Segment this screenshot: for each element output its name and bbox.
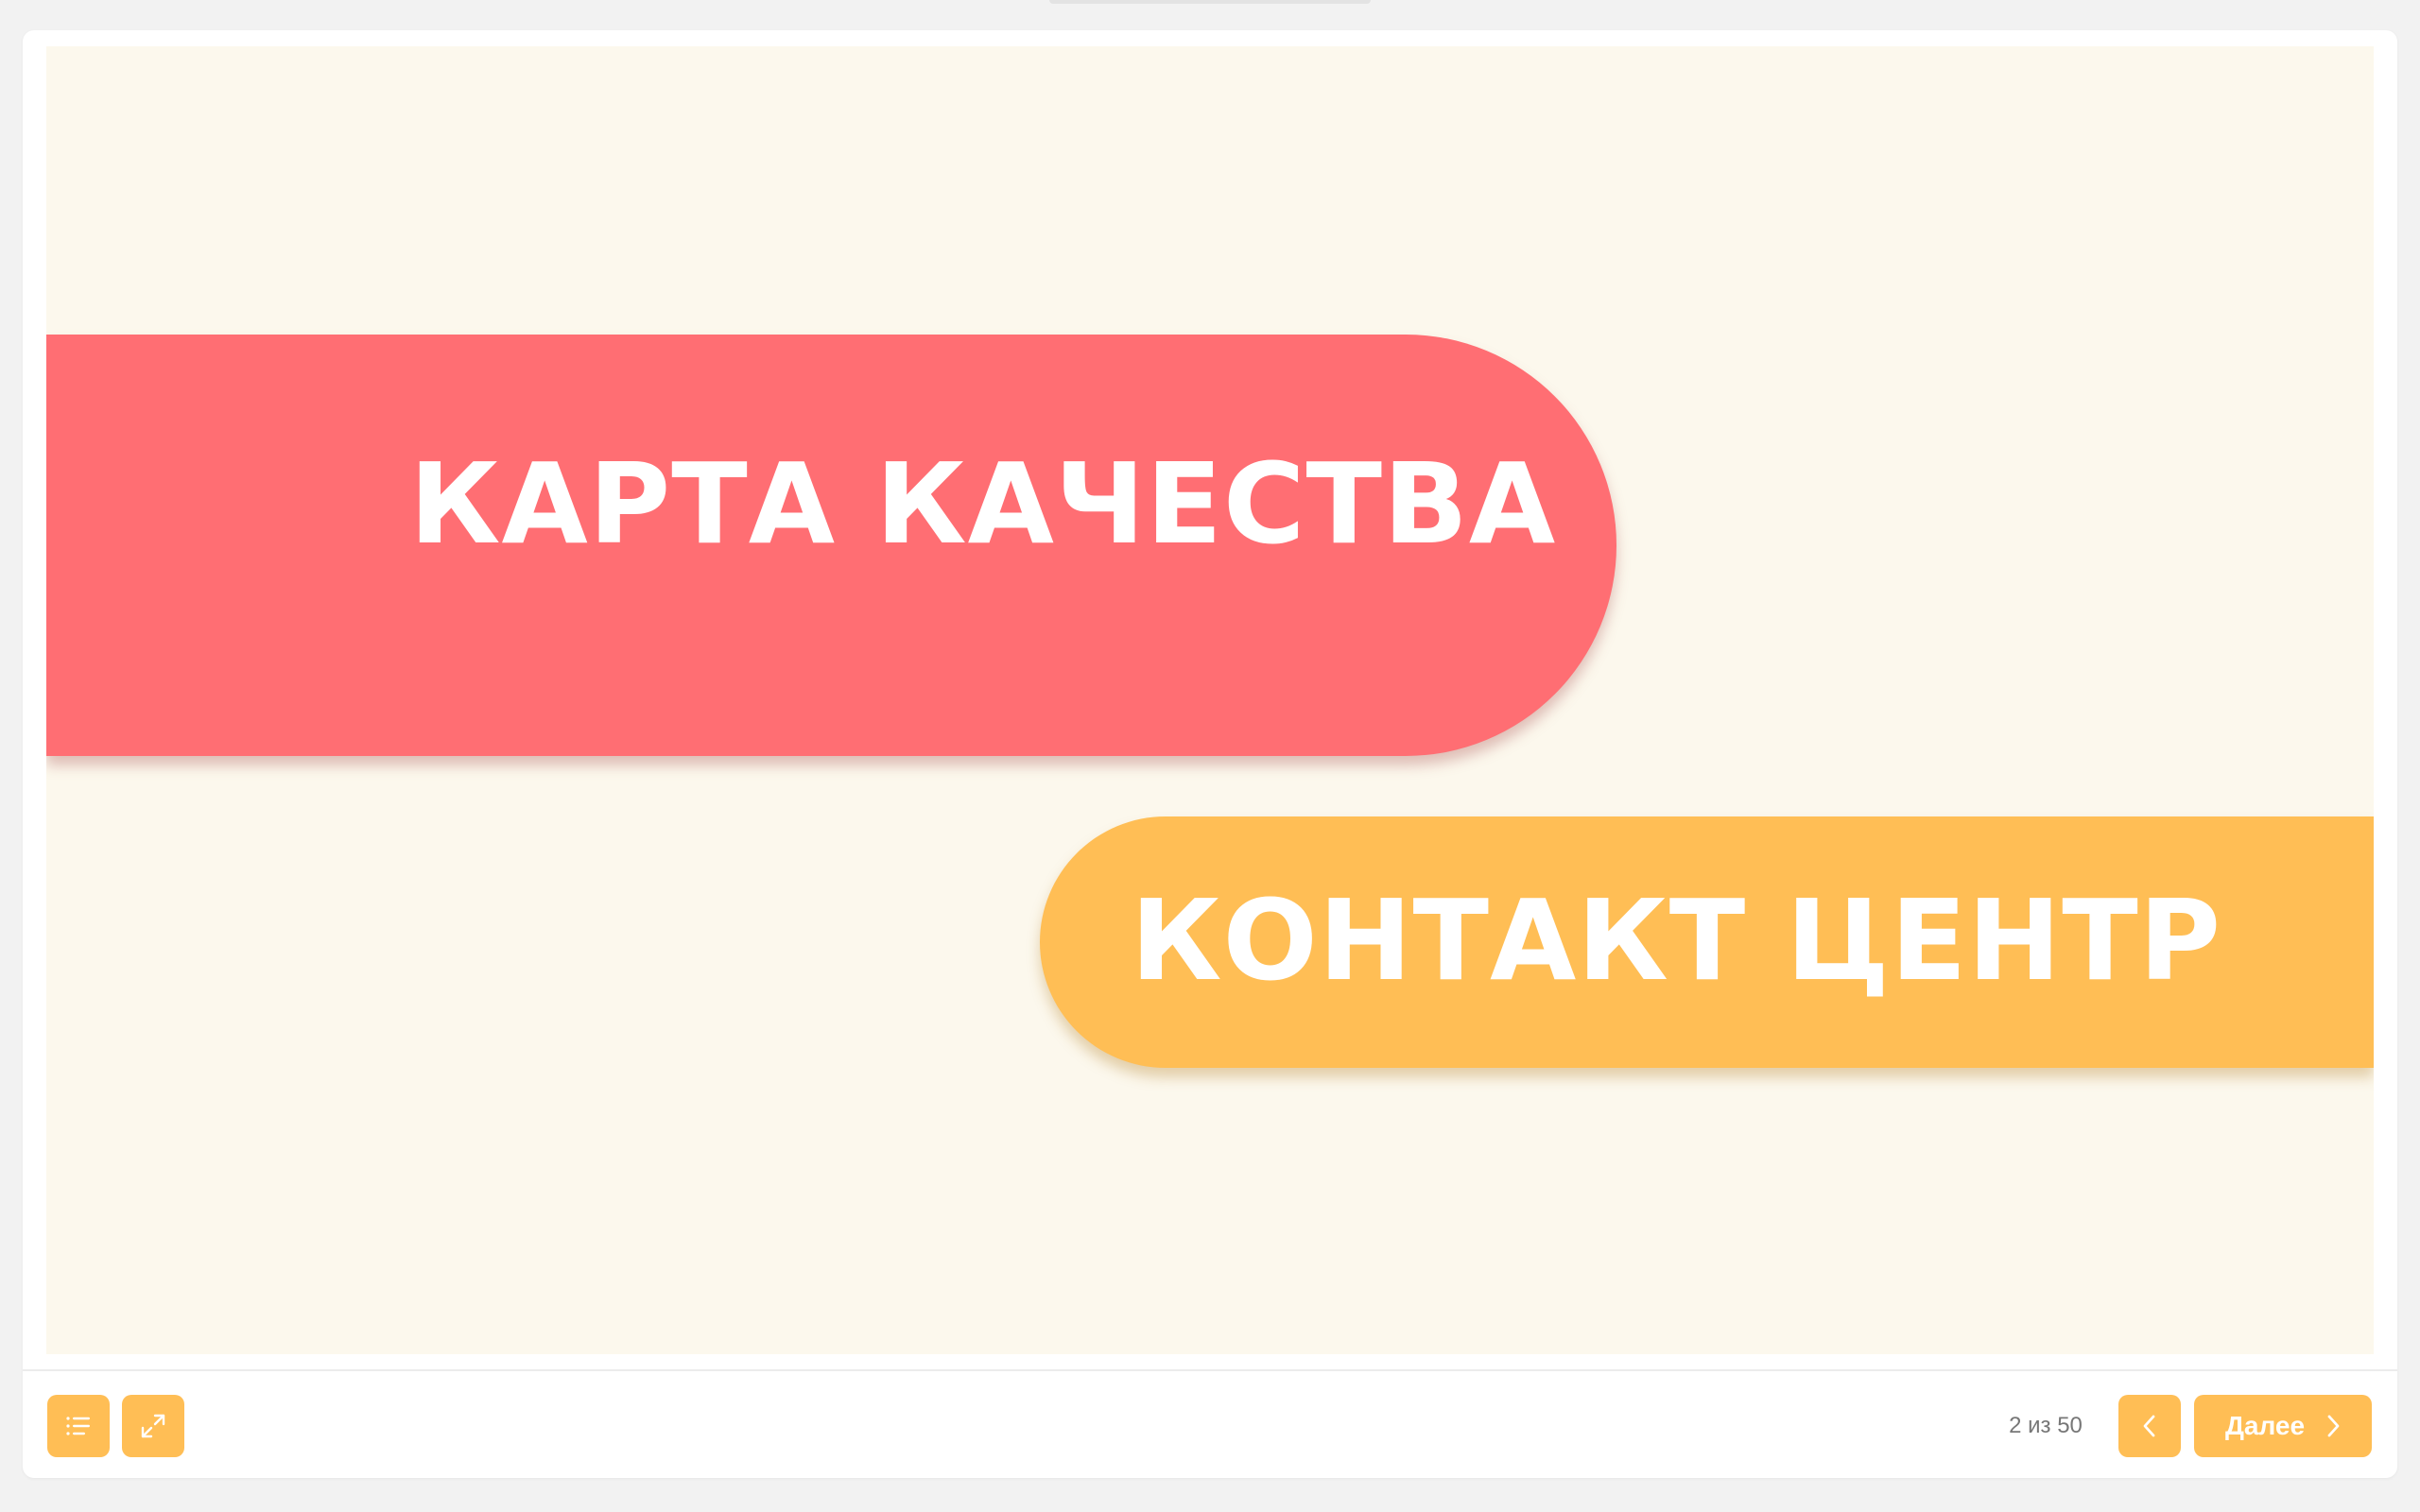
- slide-subtitle: КОНТАКТ ЦЕНТР: [1131, 875, 2222, 1005]
- subtitle-band: КОНТАКТ ЦЕНТР: [1040, 816, 2374, 1068]
- chevron-right-icon: [2325, 1414, 2341, 1438]
- fullscreen-button[interactable]: [122, 1395, 184, 1457]
- slide-player: КАРТА КАЧЕСТВА КОНТАКТ ЦЕНТР 2 из 50 Дал…: [23, 30, 2397, 1478]
- toolbar-divider: [23, 1369, 2397, 1371]
- previous-slide-button[interactable]: [2118, 1395, 2181, 1457]
- slide-counter: 2 из 50: [2009, 1413, 2083, 1438]
- table-of-contents-button[interactable]: [47, 1395, 110, 1457]
- chevron-left-icon: [2142, 1414, 2157, 1438]
- slide-title: КАРТА КАЧЕСТВА: [409, 438, 1557, 569]
- slide-canvas: КАРТА КАЧЕСТВА КОНТАКТ ЦЕНТР: [46, 46, 2374, 1354]
- expand-icon: [140, 1413, 166, 1439]
- top-tab-handle: [1049, 0, 1371, 4]
- title-band: КАРТА КАЧЕСТВА: [46, 335, 1616, 756]
- list-icon: [66, 1416, 91, 1436]
- next-slide-button[interactable]: Далее: [2194, 1395, 2372, 1457]
- next-button-label: Далее: [2224, 1411, 2306, 1440]
